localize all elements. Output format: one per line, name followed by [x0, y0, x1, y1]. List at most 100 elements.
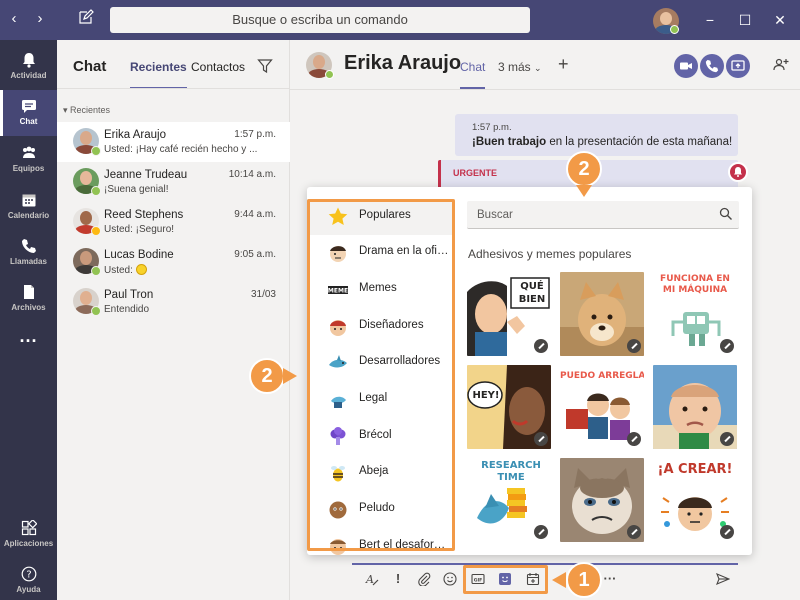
chat-preview: Usted: ¡Hay café recién hecho y ...: [104, 144, 258, 155]
compose-icon[interactable]: [78, 9, 98, 29]
appbar-label: Calendario: [7, 211, 50, 220]
app-bar: Actividad Chat Equipos Calendario Llamad…: [0, 40, 57, 600]
callout-two-categories: 2: [249, 358, 285, 394]
appbar-item-chat[interactable]: Chat: [0, 90, 57, 136]
sticker-grumpy-cat[interactable]: [560, 458, 644, 542]
urgent-label: URGENTE: [453, 168, 498, 178]
appbar-item-help[interactable]: ? Ayuda: [0, 558, 57, 600]
appbar-item-calls[interactable]: Llamadas: [0, 230, 57, 276]
teams-icon: [22, 146, 35, 158]
add-people-icon[interactable]: [772, 56, 790, 74]
message-bubble[interactable]: 1:57 p.m. ¡Buen trabajo en la presentaci…: [455, 114, 738, 156]
audio-call-button[interactable]: [700, 54, 724, 78]
tab-recientes[interactable]: Recientes: [130, 60, 187, 89]
chat-row-paul-tron[interactable]: Paul Tron 31/03 Entendido: [57, 282, 290, 322]
appbar-label: Actividad: [10, 71, 47, 80]
edit-sticker-icon[interactable]: [720, 432, 734, 446]
chat-row-lucas-bodine[interactable]: Lucas Bodine 9:05 a.m. Usted:: [57, 242, 290, 282]
chat-preview: ¡Suena genial!: [104, 184, 169, 195]
appbar-item-apps[interactable]: Aplicaciones: [0, 512, 57, 558]
chat-row-erika-araujo[interactable]: Erika Araujo 1:57 p.m. Usted: ¡Hay café …: [57, 122, 290, 162]
edit-sticker-icon[interactable]: [627, 432, 641, 446]
title-bar: ‹ › Busque o escriba un comando − ☐ ✕: [0, 0, 800, 40]
apps-icon: [21, 520, 37, 536]
sticker-puedo-arreglarlo[interactable]: PUEDO ARREGLARLO: [560, 365, 644, 449]
tab-chat[interactable]: Chat: [460, 60, 486, 89]
message-bold-text: ¡Buen trabajo: [472, 136, 547, 148]
contact-name: Erika Araujo: [344, 52, 462, 74]
category-highlight-box: [307, 199, 455, 551]
close-button[interactable]: ✕: [770, 10, 790, 30]
sticker-funciona-en-mi-maquina[interactable]: FUNCIONA EN MI MÁQUINA: [653, 272, 737, 356]
filter-icon[interactable]: [257, 58, 273, 74]
tab-more[interactable]: 3 más ⌄: [498, 60, 542, 74]
appbar-item-calendar[interactable]: Calendario: [0, 184, 57, 230]
sticker-doge[interactable]: [560, 272, 644, 356]
chat-time: 10:14 a.m.: [228, 169, 276, 180]
share-screen-icon: [731, 60, 745, 71]
chat-row-jeanne-trudeau[interactable]: Jeanne Trudeau 10:14 a.m. ¡Suena genial!: [57, 162, 290, 202]
more-options-icon[interactable]: ···: [603, 572, 617, 586]
chevron-down-icon: ⌄: [534, 63, 542, 73]
send-icon[interactable]: [716, 572, 731, 586]
message-text: ¡Buen trabajo en la presentación de esta…: [472, 136, 732, 148]
edit-sticker-icon[interactable]: [534, 525, 548, 539]
sticker-a-crear[interactable]: ¡A CREAR!: [653, 458, 737, 542]
edit-sticker-icon[interactable]: [627, 525, 641, 539]
add-tab-button[interactable]: +: [558, 54, 569, 75]
appbar-item-teams[interactable]: Equipos: [0, 137, 57, 183]
sticker-hey[interactable]: HEY!: [467, 365, 551, 449]
appbar-label: Chat: [19, 117, 38, 126]
chat-preview: Entendido: [104, 304, 150, 315]
phone-icon: [21, 239, 36, 253]
edit-sticker-icon[interactable]: [534, 432, 548, 446]
forward-icon[interactable]: ›: [30, 10, 50, 27]
chat-name: Jeanne Trudeau: [104, 169, 188, 181]
sticker-que-bien[interactable]: QUÉ BIEN: [467, 272, 551, 356]
callout-one-toolbar: 1: [566, 562, 602, 598]
edit-sticker-icon[interactable]: [534, 339, 548, 353]
command-search-box[interactable]: Busque o escriba un comando: [110, 7, 530, 33]
sticker-success-kid[interactable]: [653, 365, 737, 449]
edit-sticker-icon[interactable]: [720, 525, 734, 539]
edit-sticker-icon[interactable]: [720, 339, 734, 353]
chat-time: 9:44 a.m.: [234, 209, 276, 220]
minimize-button[interactable]: −: [700, 10, 720, 30]
sticker-picker: Populares Drama en la oficina MEME Memes…: [307, 187, 752, 555]
svg-text:?: ?: [26, 570, 31, 581]
appbar-item-activity[interactable]: Actividad: [0, 44, 57, 90]
presence-available-icon: [91, 306, 101, 316]
maximize-button[interactable]: ☐: [735, 10, 755, 30]
tab-contactos[interactable]: Contactos: [191, 60, 245, 74]
callout-two-search: 2: [566, 151, 602, 187]
important-icon[interactable]: !: [391, 572, 405, 586]
back-icon[interactable]: ‹: [4, 10, 24, 27]
divider: [57, 88, 290, 89]
appbar-label: Aplicaciones: [3, 539, 54, 548]
sticker-section-heading: Adhesivos y memes populares: [468, 247, 632, 261]
appbar-label: Ayuda: [16, 585, 41, 594]
search-icon[interactable]: [719, 207, 733, 221]
sticker-research-time[interactable]: RESEARCH TIME: [467, 458, 551, 542]
appbar-label: Llamadas: [10, 257, 47, 266]
callout-arrow: [552, 572, 566, 588]
sticker-search-box: [467, 201, 739, 229]
video-call-button[interactable]: [674, 54, 698, 78]
appbar-item-files[interactable]: Archivos: [0, 276, 57, 322]
share-screen-button[interactable]: [726, 54, 750, 78]
sticker-caption: QUÉ BIEN: [518, 281, 546, 305]
appbar-more-button[interactable]: ···: [0, 330, 57, 376]
chat-name: Erika Araujo: [104, 129, 167, 141]
files-icon: [23, 285, 34, 299]
attach-icon[interactable]: [417, 572, 431, 587]
phone-icon: [705, 59, 719, 73]
chat-row-reed-stephens[interactable]: Reed Stephens 9:44 a.m. Usted: ¡Seguro!: [57, 202, 290, 242]
section-header-recientes[interactable]: ▾ Recientes: [63, 105, 110, 116]
format-icon[interactable]: A: [365, 572, 379, 586]
chat-time: 31/03: [250, 289, 276, 300]
message-rest-text: en la presentación de esta mañana!: [546, 136, 733, 148]
sticker-search-input[interactable]: [477, 206, 707, 224]
emoji-icon[interactable]: [443, 572, 457, 586]
help-icon: ?: [21, 566, 36, 582]
edit-sticker-icon[interactable]: [627, 339, 641, 353]
